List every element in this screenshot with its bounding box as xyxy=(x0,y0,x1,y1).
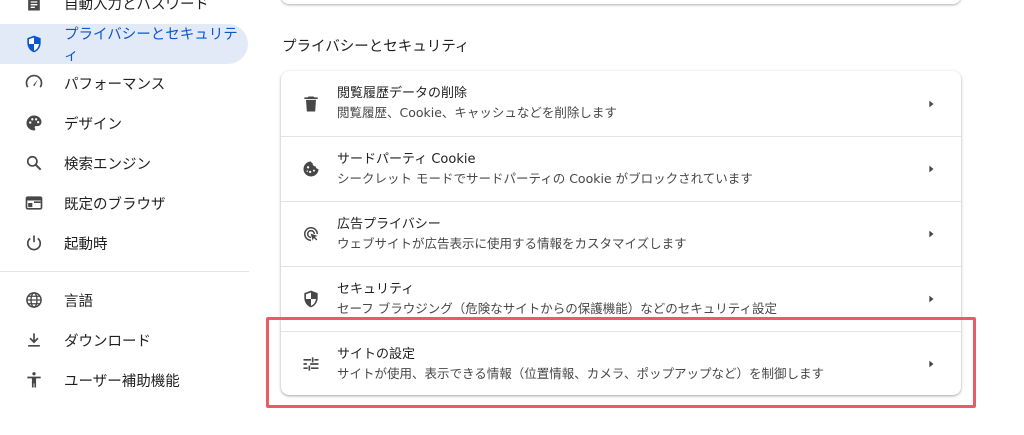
cookie-icon xyxy=(301,159,321,179)
row-title: セキュリティ xyxy=(337,282,415,297)
download-icon xyxy=(24,330,44,350)
autofill-icon xyxy=(24,0,44,13)
sidebar-item-label: パフォーマンス xyxy=(64,76,166,93)
row-title: 閲覧履歴データの削除 xyxy=(337,86,468,101)
palette-icon xyxy=(24,113,44,133)
row-site-settings[interactable]: サイトの設定 サイトが使用、表示できる情報（位置情報、カメラ、ポップアップなど）… xyxy=(281,331,961,395)
row-subtitle: ウェブサイトが広告表示に使用する情報をカスタマイズします xyxy=(337,236,687,251)
row-title: 広告プライバシー xyxy=(337,217,441,232)
sidebar-item-label: 既定のブラウザ xyxy=(64,196,166,213)
sidebar-item-downloads[interactable]: ダウンロード xyxy=(0,320,248,360)
chevron-right-icon xyxy=(925,228,937,240)
sidebar-item-label: 自動入力とパスワード xyxy=(64,0,209,13)
accessibility-icon xyxy=(24,370,44,390)
sidebar-item-autofill[interactable]: 自動入力とパスワード xyxy=(0,0,248,23)
row-subtitle: 閲覧履歴、Cookie、キャッシュなどを削除します xyxy=(337,105,617,120)
chevron-right-icon xyxy=(925,163,937,175)
sidebar-item-languages[interactable]: 言語 xyxy=(0,280,248,320)
tune-icon xyxy=(301,354,321,374)
row-clear-browsing-data[interactable]: 閲覧履歴データの削除 閲覧履歴、Cookie、キャッシュなどを削除します xyxy=(281,71,961,136)
row-ad-privacy[interactable]: 広告プライバシー ウェブサイトが広告表示に使用する情報をカスタマイズします xyxy=(281,201,961,266)
sidebar-item-default-browser[interactable]: 既定のブラウザ xyxy=(0,183,248,223)
sidebar-divider xyxy=(0,271,249,272)
chevron-right-icon xyxy=(925,98,937,110)
sidebar-item-performance[interactable]: パフォーマンス xyxy=(0,63,248,103)
chevron-right-icon xyxy=(925,358,937,370)
ad-privacy-icon xyxy=(301,224,321,244)
sidebar-item-label: ダウンロード xyxy=(64,333,151,350)
section-title: プライバシーとセキュリティ xyxy=(282,39,470,55)
browser-window-icon xyxy=(24,193,44,213)
row-security[interactable]: セキュリティ セーフ ブラウジング（危険なサイトからの保護機能）などのセキュリテ… xyxy=(281,266,961,331)
globe-icon xyxy=(24,290,44,310)
row-subtitle: セーフ ブラウジング（危険なサイトからの保護機能）などのセキュリティ設定 xyxy=(337,301,777,316)
row-subtitle: サイトが使用、表示できる情報（位置情報、カメラ、ポップアップなど）を制御します xyxy=(337,366,825,381)
row-title: サードパーティ Cookie xyxy=(337,152,476,167)
trash-icon xyxy=(301,94,321,114)
sidebar-item-search-engine[interactable]: 検索エンジン xyxy=(0,143,248,183)
row-subtitle: シークレット モードでサードパーティの Cookie がブロックされています xyxy=(337,171,753,186)
settings-page: 自動入力とパスワード プライバシーとセキュリティ パフォーマンス デザイン 検索 xyxy=(0,0,1024,435)
speedometer-icon xyxy=(24,73,44,93)
shield-icon xyxy=(24,34,44,54)
privacy-settings-card: 閲覧履歴データの削除 閲覧履歴、Cookie、キャッシュなどを削除します サード… xyxy=(281,71,961,395)
sidebar: 自動入力とパスワード プライバシーとセキュリティ パフォーマンス デザイン 検索 xyxy=(0,0,262,435)
power-icon xyxy=(24,233,44,253)
sidebar-item-label: 言語 xyxy=(64,293,93,310)
sidebar-item-appearance[interactable]: デザイン xyxy=(0,103,248,143)
sidebar-item-on-startup[interactable]: 起動時 xyxy=(0,223,248,263)
sidebar-item-label: 検索エンジン xyxy=(64,156,151,173)
sidebar-item-accessibility[interactable]: ユーザー補助機能 xyxy=(0,360,248,400)
search-icon xyxy=(24,153,44,173)
row-title: サイトの設定 xyxy=(337,347,416,362)
sidebar-item-label: ユーザー補助機能 xyxy=(64,373,180,390)
previous-card-edge xyxy=(281,0,961,4)
sidebar-item-label: 起動時 xyxy=(64,236,108,253)
sidebar-item-label: プライバシーとセキュリティ xyxy=(64,27,238,64)
sidebar-item-privacy[interactable]: プライバシーとセキュリティ xyxy=(0,24,248,64)
chevron-right-icon xyxy=(925,293,937,305)
row-third-party-cookies[interactable]: サードパーティ Cookie シークレット モードでサードパーティの Cooki… xyxy=(281,136,961,201)
sidebar-item-label: デザイン xyxy=(64,116,122,133)
security-shield-icon xyxy=(301,289,321,309)
